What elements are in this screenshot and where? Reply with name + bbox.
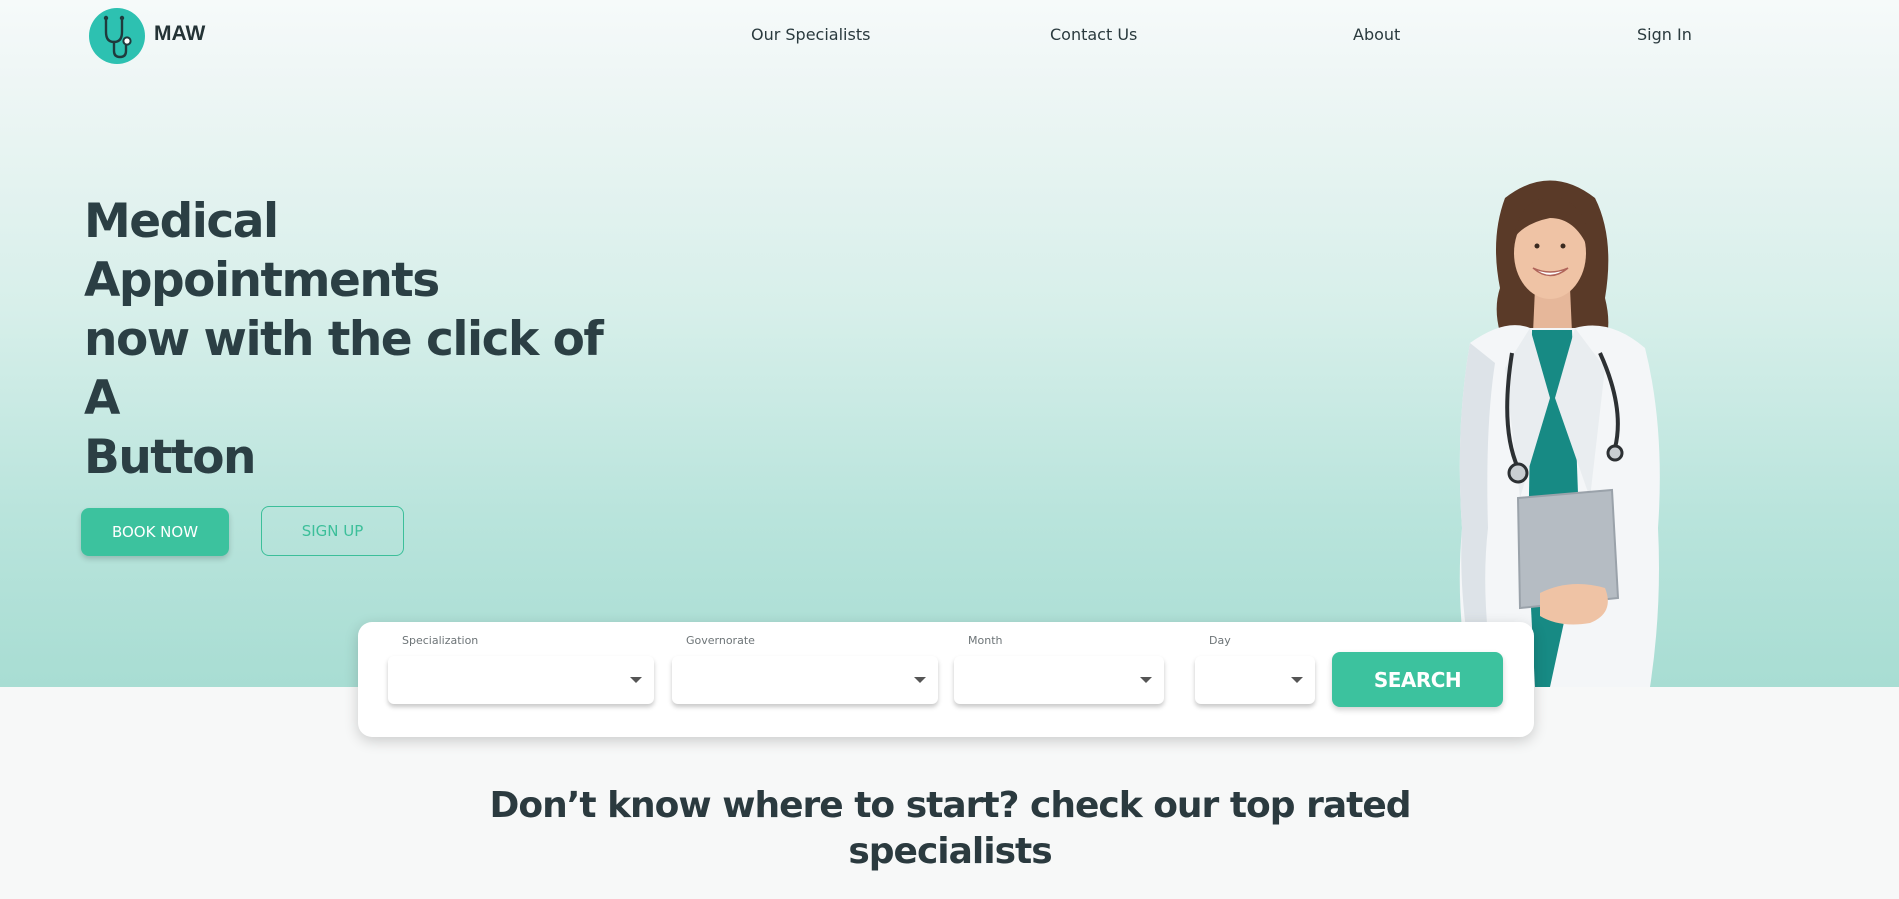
hero-title-line: now with the click of A <box>84 312 604 426</box>
search-card: Specialization Governorate Month Day SEA… <box>358 622 1534 737</box>
top-rated-heading: Don’t know where to start? check our top… <box>480 783 1420 875</box>
month-label: Month <box>968 634 1003 647</box>
day-select[interactable] <box>1195 656 1315 704</box>
month-select[interactable] <box>954 656 1164 704</box>
caret-down-icon <box>1291 677 1303 683</box>
doctor-image <box>1459 180 1660 687</box>
nav-about[interactable]: About <box>1353 25 1400 44</box>
nav-contact-us[interactable]: Contact Us <box>1050 25 1137 44</box>
caret-down-icon <box>914 677 926 683</box>
caret-down-icon <box>630 677 642 683</box>
hero-title-line: Button <box>84 430 256 485</box>
heading-line: Don’t know where to start? check our top… <box>489 785 1411 826</box>
hero-section: MAW Our Specialists Contact Us About Sig… <box>0 0 1899 687</box>
top-navigation: MAW Our Specialists Contact Us About Sig… <box>0 0 1899 72</box>
stethoscope-icon[interactable] <box>89 8 145 64</box>
hero-title: Medical Appointments now with the click … <box>84 192 644 487</box>
search-button[interactable]: SEARCH <box>1332 652 1503 707</box>
brand-name[interactable]: MAW <box>154 22 205 46</box>
nav-our-specialists[interactable]: Our Specialists <box>751 25 870 44</box>
day-label: Day <box>1209 634 1231 647</box>
governorate-label: Governorate <box>686 634 755 647</box>
nav-sign-in[interactable]: Sign In <box>1637 25 1692 44</box>
book-now-button[interactable]: BOOK NOW <box>81 508 229 556</box>
specialization-label: Specialization <box>402 634 479 647</box>
hero-title-line: Medical Appointments <box>84 194 440 308</box>
heading-line: specialists <box>848 831 1052 872</box>
governorate-select[interactable] <box>672 656 938 704</box>
specialization-select[interactable] <box>388 656 654 704</box>
sign-up-button[interactable]: SIGN UP <box>261 506 404 556</box>
caret-down-icon <box>1140 677 1152 683</box>
